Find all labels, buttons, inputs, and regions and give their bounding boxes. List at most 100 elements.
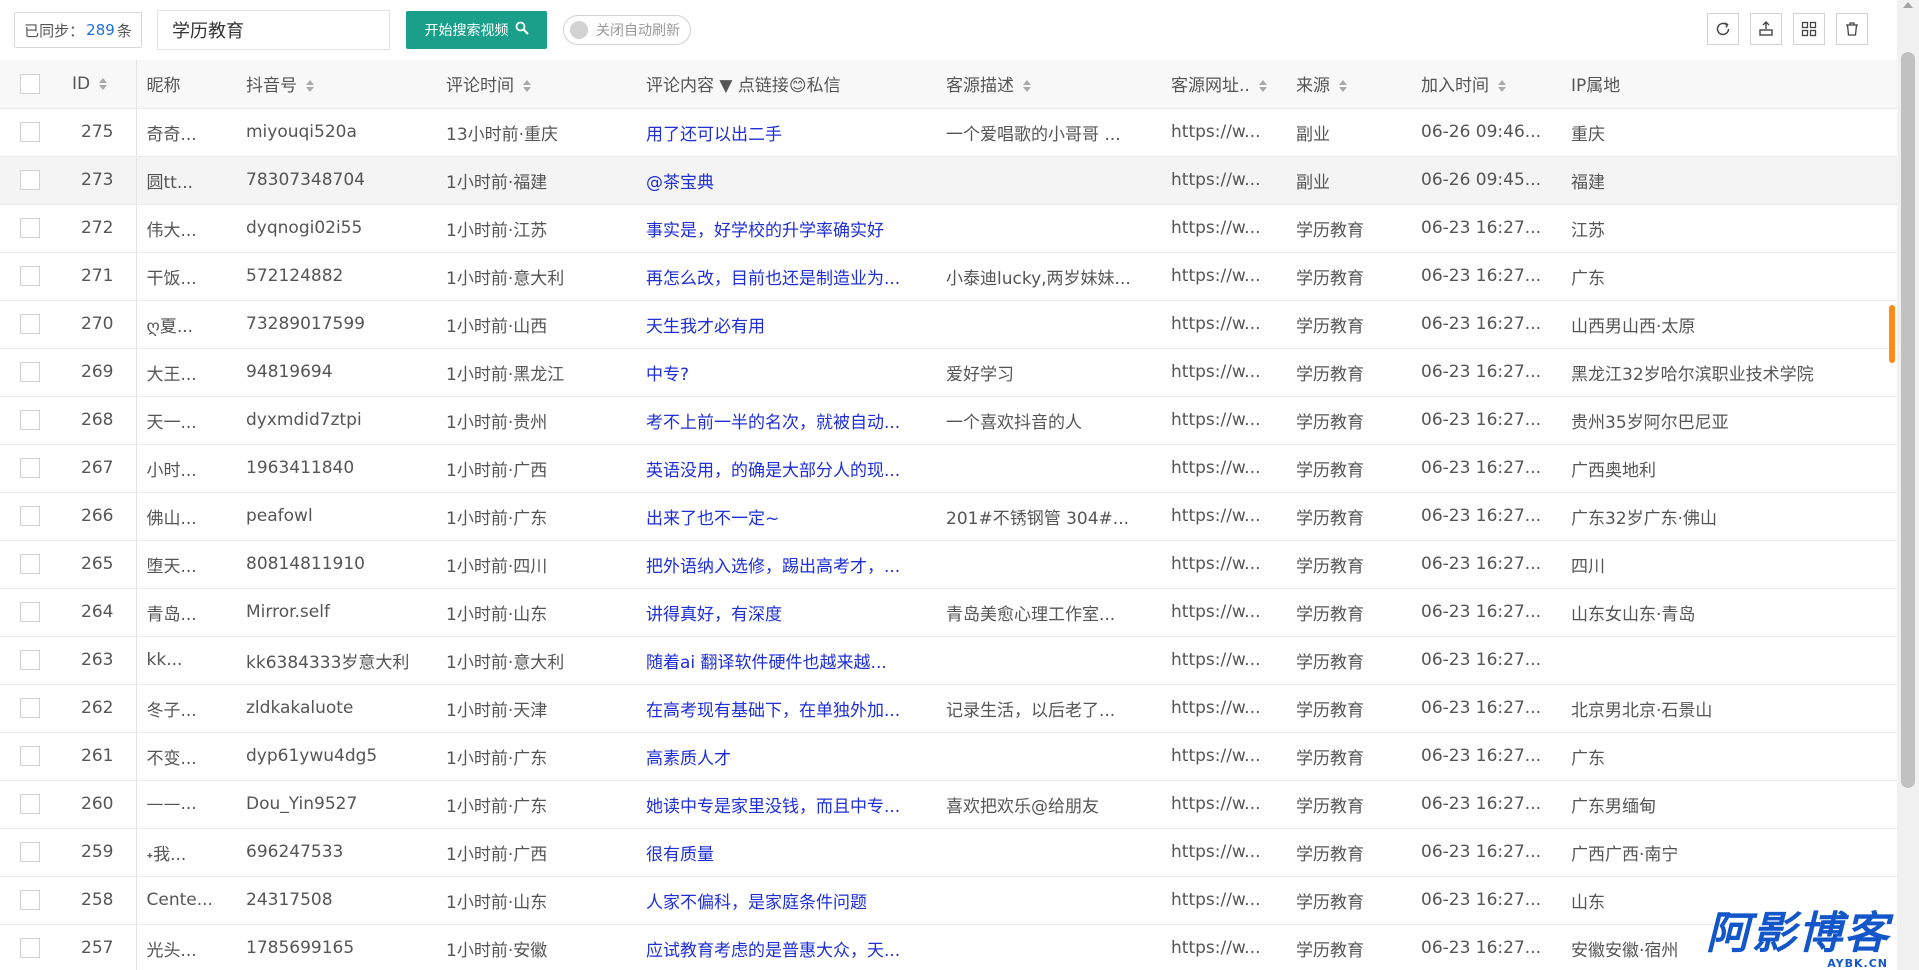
- sort-icon[interactable]: [98, 77, 108, 91]
- cell-customer-url[interactable]: https://w...: [1161, 588, 1286, 637]
- row-checkbox[interactable]: [20, 554, 40, 574]
- table-row[interactable]: 261 不变... dyp61ywu4dg5 1小时前·广东 高素质人才 https://…: [0, 732, 1897, 781]
- table-row[interactable]: 270 ღ夏... 73289017599 1小时前·山西 天生我才必有用 https:/…: [0, 300, 1897, 349]
- cell-customer-url[interactable]: https://w...: [1161, 348, 1286, 397]
- column-customer-desc[interactable]: 客源描述: [936, 60, 1161, 109]
- sort-icon[interactable]: [305, 79, 315, 93]
- column-added-time[interactable]: 加入时间: [1411, 60, 1561, 109]
- sort-icon[interactable]: [1497, 79, 1507, 93]
- export-icon[interactable]: [1750, 13, 1782, 45]
- table-row[interactable]: 263 kk... kk6384333岁意大利 1小时前·意大利 随着ai 翻译软件硬件…: [0, 636, 1897, 685]
- cell-customer-url[interactable]: https://w...: [1161, 396, 1286, 445]
- row-checkbox[interactable]: [20, 842, 40, 862]
- sort-icon[interactable]: [1258, 79, 1268, 93]
- row-checkbox[interactable]: [20, 218, 40, 238]
- sort-icon[interactable]: [522, 79, 532, 93]
- table-row[interactable]: 275 奇奇... miyouqi520a 13小时前·重庆 用了还可以出二手 一个爱唱歌…: [0, 108, 1897, 157]
- column-nickname[interactable]: 昵称: [135, 60, 236, 109]
- row-checkbox[interactable]: [20, 794, 40, 814]
- row-checkbox[interactable]: [20, 938, 40, 958]
- select-all-checkbox[interactable]: [20, 73, 40, 94]
- column-ip-location[interactable]: IP属地: [1561, 60, 1897, 109]
- scroll-up-arrow-icon[interactable]: [1903, 2, 1913, 8]
- row-checkbox[interactable]: [20, 650, 40, 670]
- cell-customer-url[interactable]: https://w...: [1161, 636, 1286, 685]
- cell-customer-url[interactable]: https://w...: [1161, 876, 1286, 925]
- row-checkbox[interactable]: [20, 410, 40, 430]
- cell-comment-content[interactable]: 人家不偏科，是家庭条件问题: [636, 876, 936, 925]
- cell-comment-content[interactable]: 事实是，好学校的升学率确实好: [636, 204, 936, 253]
- cell-comment-content[interactable]: 随着ai 翻译软件硬件也越来越...: [636, 636, 936, 685]
- cell-comment-content[interactable]: @茶宝典: [636, 156, 936, 205]
- cell-customer-url[interactable]: https://w...: [1161, 732, 1286, 781]
- cell-comment-content[interactable]: 中专?: [636, 348, 936, 397]
- cell-comment-content[interactable]: 考不上前一半的名次，就被自动...: [636, 396, 936, 445]
- table-row[interactable]: 267 小时... 1963411840 1小时前·广西 英语没用，的确是大部分人的现.…: [0, 444, 1897, 493]
- start-search-button[interactable]: 开始搜索视频: [406, 11, 547, 49]
- search-input[interactable]: [157, 10, 390, 50]
- sort-icon[interactable]: [1022, 79, 1032, 93]
- row-checkbox[interactable]: [20, 314, 40, 334]
- cell-customer-url[interactable]: https://w...: [1161, 204, 1286, 253]
- column-comment-content[interactable]: 评论内容 ▼ 点链接😊私信: [636, 60, 936, 109]
- column-customer-url[interactable]: 客源网址..: [1161, 60, 1286, 109]
- cell-comment-content[interactable]: 天生我才必有用: [636, 300, 936, 349]
- cell-comment-content[interactable]: 出来了也不一定~: [636, 492, 936, 541]
- table-row[interactable]: 264 青岛... Mirror.self 1小时前·山东 讲得真好，有深度 青岛美愈心理…: [0, 588, 1897, 637]
- table-row[interactable]: 265 堕天... 80814811910 1小时前·四川 把外语纳入选修，踢出高考才，…: [0, 540, 1897, 589]
- cell-comment-content[interactable]: 很有质量: [636, 828, 936, 877]
- cell-comment-content[interactable]: 在高考现有基础下，在单独外加...: [636, 684, 936, 733]
- cell-customer-url[interactable]: https://w...: [1161, 300, 1286, 349]
- sort-icon[interactable]: [1338, 79, 1348, 93]
- cell-customer-url[interactable]: https://w...: [1161, 444, 1286, 493]
- cell-customer-url[interactable]: https://w...: [1161, 156, 1286, 205]
- cell-comment-content[interactable]: 她读中专是家里没钱，而且中专...: [636, 780, 936, 829]
- table-row[interactable]: 271 干饭... 572124882 1小时前·意大利 再怎么改，目前也还是制造业为.…: [0, 252, 1897, 301]
- column-comment-time[interactable]: 评论时间: [436, 60, 636, 109]
- refresh-icon[interactable]: [1707, 13, 1739, 45]
- row-checkbox[interactable]: [20, 698, 40, 718]
- table-row[interactable]: 262 冬子... zldkakaluote 1小时前·天津 在高考现有基础下，在单独外…: [0, 684, 1897, 733]
- trash-icon[interactable]: [1836, 13, 1868, 45]
- table-row[interactable]: 273 圆tt... 78307348704 1小时前·福建 @茶宝典 https://w…: [0, 156, 1897, 205]
- cell-comment-content[interactable]: 高素质人才: [636, 732, 936, 781]
- table-row[interactable]: 268 天一... dyxmdid7ztpi 1小时前·贵州 考不上前一半的名次，就被自…: [0, 396, 1897, 445]
- cell-customer-url[interactable]: https://w...: [1161, 828, 1286, 877]
- cell-comment-content[interactable]: 应试教育考虑的是普惠大众，天...: [636, 924, 936, 970]
- cell-customer-url[interactable]: https://w...: [1161, 252, 1286, 301]
- row-checkbox[interactable]: [20, 266, 40, 286]
- cell-comment-content[interactable]: 再怎么改，目前也还是制造业为...: [636, 252, 936, 301]
- cell-customer-url[interactable]: https://w...: [1161, 108, 1286, 157]
- vertical-scrollbar[interactable]: [1897, 0, 1919, 970]
- row-checkbox[interactable]: [20, 362, 40, 382]
- scrollbar-thumb[interactable]: [1901, 52, 1915, 788]
- cell-customer-url[interactable]: https://w...: [1161, 684, 1286, 733]
- table-row[interactable]: 260 ——... Dou_Yin9527 1小时前·广东 她读中专是家里没钱，而且中专…: [0, 780, 1897, 829]
- column-id[interactable]: ID: [62, 60, 136, 109]
- cell-customer-url[interactable]: https://w...: [1161, 540, 1286, 589]
- cell-comment-content[interactable]: 用了还可以出二手: [636, 108, 936, 157]
- cell-customer-url[interactable]: https://w...: [1161, 924, 1286, 970]
- auto-refresh-toggle[interactable]: 关闭自动刷新: [563, 15, 691, 45]
- row-checkbox[interactable]: [20, 458, 40, 478]
- cell-comment-content[interactable]: 讲得真好，有深度: [636, 588, 936, 637]
- cell-comment-content[interactable]: 把外语纳入选修，踢出高考才，...: [636, 540, 936, 589]
- row-checkbox[interactable]: [20, 890, 40, 910]
- row-checkbox[interactable]: [20, 746, 40, 766]
- table-row[interactable]: 259 ˖我... 696247533 1小时前·广西 很有质量 https://w...…: [0, 828, 1897, 877]
- row-checkbox[interactable]: [20, 506, 40, 526]
- table-row[interactable]: 258 Cente... 24317508 1小时前·山东 人家不偏科，是家庭条件问题 h…: [0, 876, 1897, 925]
- cell-customer-url[interactable]: https://w...: [1161, 780, 1286, 829]
- table-row[interactable]: 257 光头... 1785699165 1小时前·安徽 应试教育考虑的是普惠大众，天.…: [0, 924, 1897, 970]
- cell-comment-content[interactable]: 英语没用，的确是大部分人的现...: [636, 444, 936, 493]
- table-row[interactable]: 272 伟大... dyqnogi02i55 1小时前·江苏 事实是，好学校的升学率确实…: [0, 204, 1897, 253]
- column-douyin-id[interactable]: 抖音号: [236, 60, 436, 109]
- table-row[interactable]: 269 大王... 94819694 1小时前·黑龙江 中专? 爱好学习 https://w…: [0, 348, 1897, 397]
- column-source[interactable]: 来源: [1286, 60, 1411, 109]
- row-checkbox[interactable]: [20, 170, 40, 190]
- row-checkbox[interactable]: [20, 122, 40, 142]
- table-row[interactable]: 266 佛山... peafowl 1小时前·广东 出来了也不一定~ 201#不锈钢管 3…: [0, 492, 1897, 541]
- cell-customer-url[interactable]: https://w...: [1161, 492, 1286, 541]
- columns-grid-icon[interactable]: [1793, 13, 1825, 45]
- row-checkbox[interactable]: [20, 602, 40, 622]
